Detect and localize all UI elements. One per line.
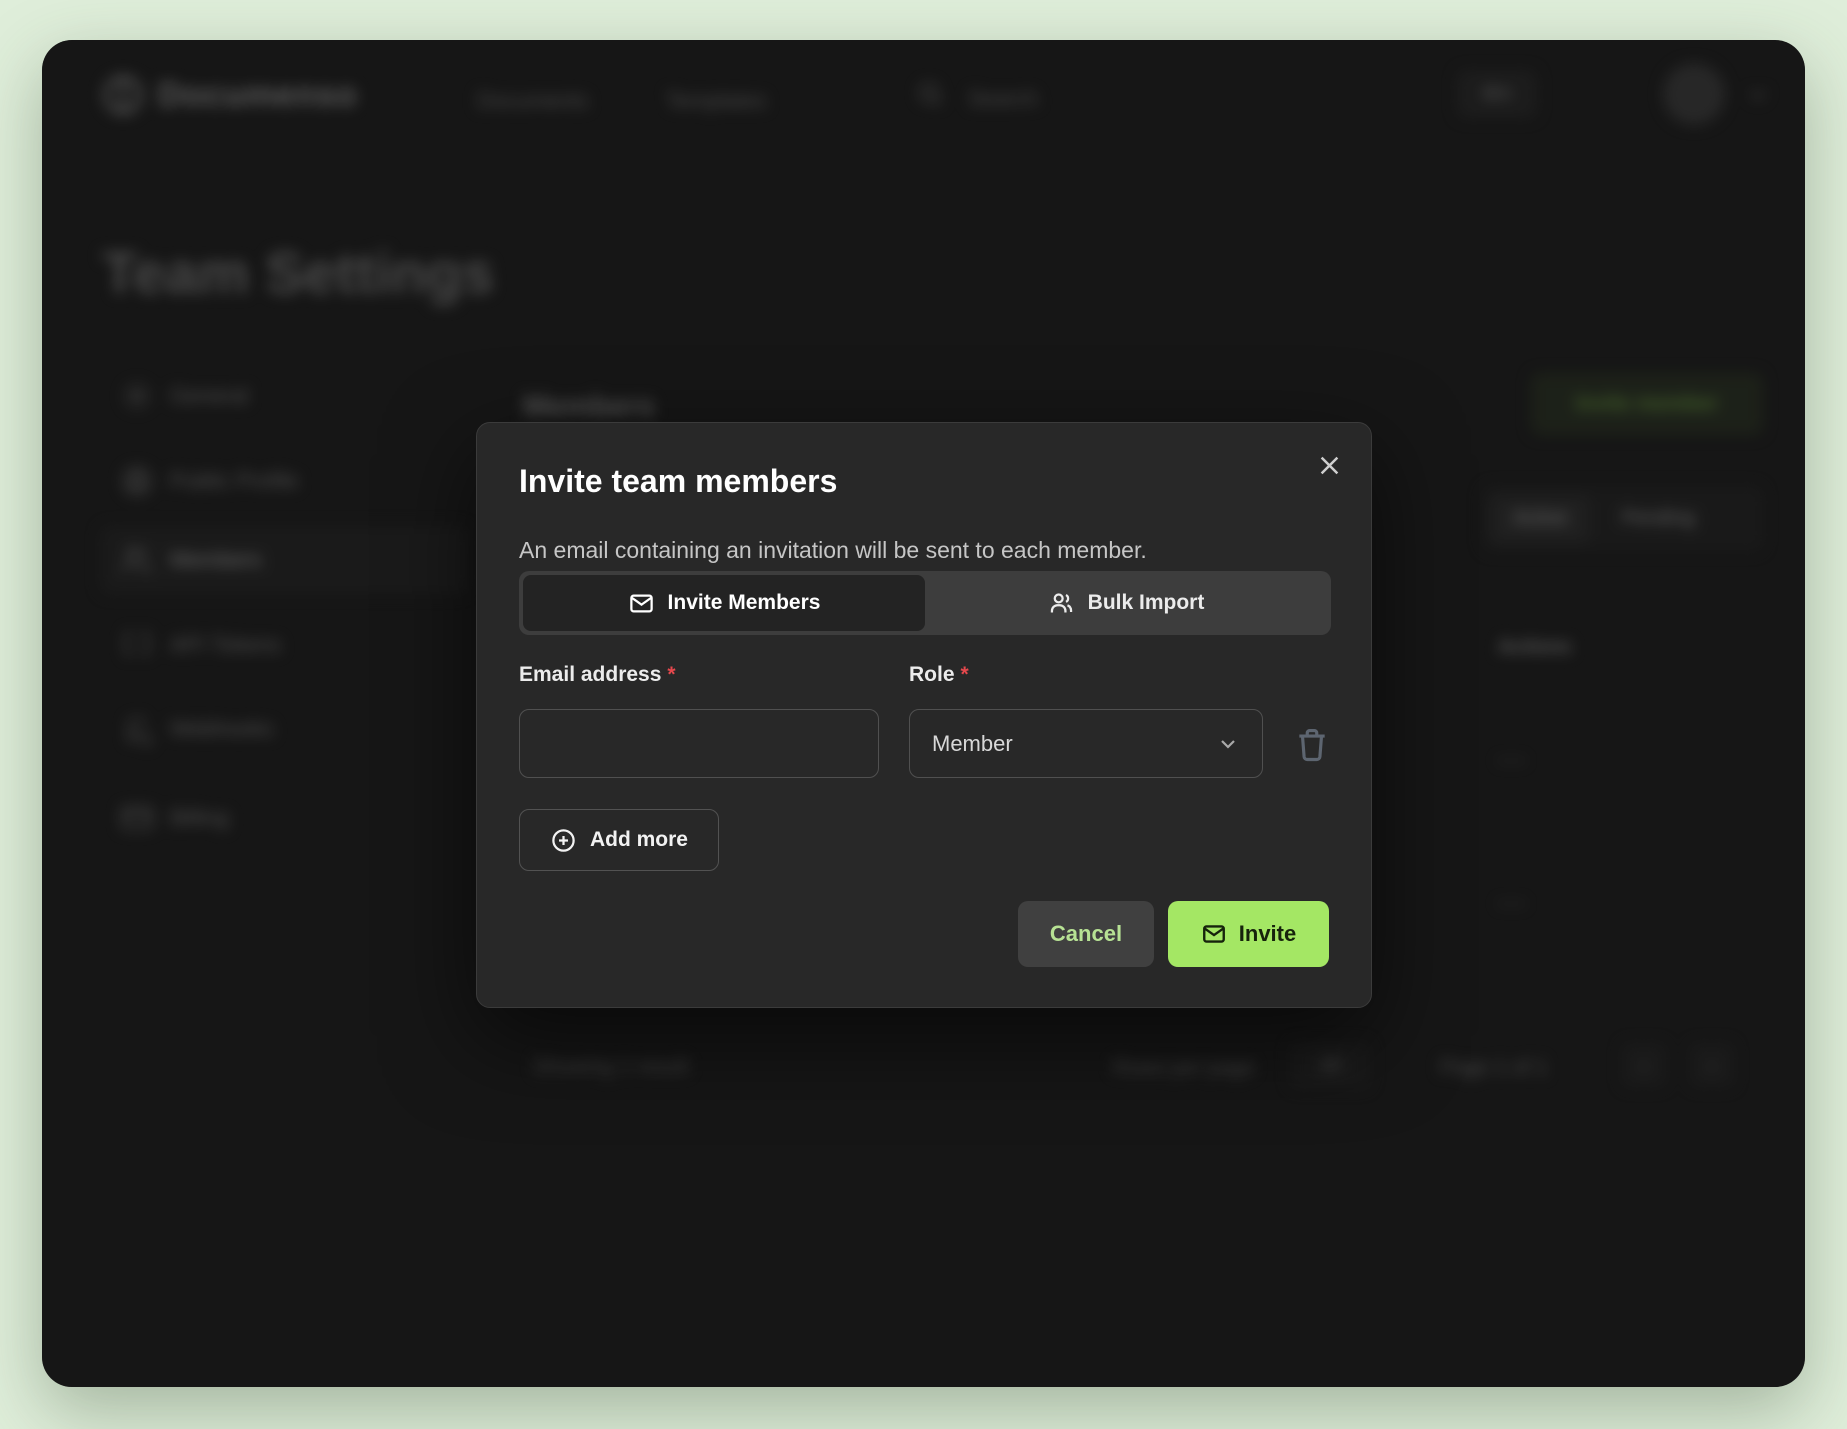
cancel-button[interactable]: Cancel <box>1018 901 1154 967</box>
chevron-down-icon <box>1216 732 1240 756</box>
tab-label: Invite Members <box>668 591 821 615</box>
envelope-icon <box>1201 921 1227 947</box>
email-address-input[interactable] <box>519 709 879 778</box>
plus-circle-icon <box>550 827 577 854</box>
invite-team-members-dialog: Invite team members An email containing … <box>476 422 1372 1008</box>
invite-button[interactable]: Invite <box>1168 901 1329 967</box>
app-window: Documenso Documents Templates Search ⌘K … <box>42 40 1805 1387</box>
dialog-subtitle: An email containing an invitation will b… <box>519 537 1147 564</box>
remove-row-button[interactable] <box>1293 725 1331 763</box>
trash-icon <box>1293 725 1331 763</box>
tab-label: Bulk Import <box>1088 591 1205 615</box>
desktop-background: Documenso Documents Templates Search ⌘K … <box>0 0 1847 1429</box>
tab-invite-members[interactable]: Invite Members <box>523 575 925 631</box>
add-more-button[interactable]: Add more <box>519 809 719 871</box>
invite-button-label: Invite <box>1239 921 1296 947</box>
envelope-icon <box>628 590 655 617</box>
users-icon <box>1048 590 1075 617</box>
close-icon[interactable] <box>1313 449 1345 481</box>
role-label: Role* <box>909 663 969 687</box>
tab-bulk-import[interactable]: Bulk Import <box>925 575 1327 631</box>
invite-mode-tabs: Invite Members Bulk Import <box>519 571 1331 635</box>
email-address-label: Email address* <box>519 663 676 687</box>
role-select[interactable]: Member <box>909 709 1263 778</box>
dialog-title: Invite team members <box>519 463 837 500</box>
required-asterisk: * <box>667 663 675 686</box>
add-more-label: Add more <box>590 828 688 852</box>
role-selected-value: Member <box>932 731 1013 757</box>
required-asterisk: * <box>961 663 969 686</box>
